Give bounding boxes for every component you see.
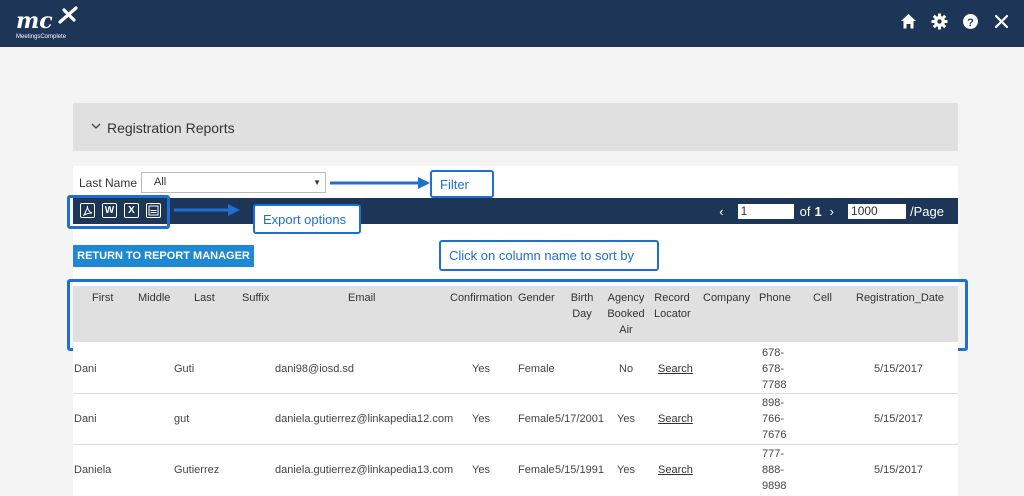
export-callout: Export options	[253, 204, 361, 234]
cell-phone: 678- 678- 7788	[762, 347, 787, 391]
sort-callout-text: Click on column name to sort by	[449, 248, 634, 263]
cell-birthday: 5/15/1991	[555, 464, 604, 476]
filter-arrow	[330, 177, 430, 189]
export-highlight	[67, 195, 170, 229]
column-header-highlight	[67, 279, 968, 351]
meetingscomplete-logo[interactable]: mc MeetingsComplete	[14, 4, 94, 44]
panel-title: Registration Reports	[107, 120, 235, 136]
cell-first: Dani	[74, 363, 97, 375]
of-label: of	[799, 203, 811, 219]
cell-gender: Female	[518, 464, 555, 476]
help-icon[interactable]: ?	[962, 13, 979, 30]
home-icon[interactable]	[900, 13, 917, 30]
registration-reports-panel[interactable]: Registration Reports	[73, 103, 958, 151]
svg-text:?: ?	[967, 17, 974, 29]
cell-confirmation: Yes	[472, 413, 490, 425]
page-input[interactable]	[737, 203, 794, 219]
filter-callout: Filter	[430, 170, 494, 198]
next-page-icon[interactable]: ›	[830, 204, 834, 219]
record-locator-search-link[interactable]: Search	[658, 361, 693, 377]
logo-text: mc	[16, 8, 53, 34]
filter-select-value: All	[154, 176, 167, 188]
cell-agency: Yes	[617, 413, 635, 425]
cell-last: Guti	[174, 363, 195, 375]
cell-email: daniela.gutierrez@linkapedia12.com	[275, 413, 454, 425]
plane-icon	[58, 6, 78, 24]
cell-gender: Female	[518, 363, 555, 375]
record-locator-search-link[interactable]: Search	[658, 462, 693, 478]
select-caret-icon: ▼	[313, 178, 321, 187]
export-arrow	[174, 204, 240, 216]
record-locator-search-link[interactable]: Search	[658, 411, 693, 427]
cell-phone: 898- 766- 7676	[762, 397, 787, 441]
sort-callout: Click on column name to sort by	[439, 240, 659, 271]
total-pages: 1	[814, 203, 822, 219]
prev-page-icon[interactable]: ‹	[719, 204, 723, 219]
close-icon[interactable]	[993, 13, 1010, 30]
table-row[interactable]: Dani Guti dani98@iosd.sd Yes Female No S…	[73, 343, 958, 394]
filter-callout-text: Filter	[440, 176, 469, 192]
cell-confirmation: Yes	[472, 363, 490, 375]
chevron-down-icon	[91, 123, 101, 129]
cell-email: daniela.gutierrez@linkapedia13.com	[275, 464, 454, 476]
cell-first: Dani	[74, 413, 97, 425]
pagination: ‹ of 1 › /Page	[719, 202, 944, 220]
cell-registration-date: 5/15/2017	[874, 464, 923, 476]
table-row[interactable]: Daniela Gutierrez daniela.gutierrez@link…	[73, 445, 958, 496]
cell-confirmation: Yes	[472, 464, 490, 476]
cell-birthday: 5/17/2001	[555, 413, 604, 425]
cell-last: gut	[174, 413, 190, 425]
cell-last: Gutierrez	[174, 464, 220, 476]
per-page-label: /Page	[910, 203, 944, 219]
filter-label: Last Name	[79, 176, 138, 190]
table-row[interactable]: Dani gut daniela.gutierrez@linkapedia12.…	[73, 394, 958, 445]
cell-email: dani98@iosd.sd	[275, 363, 355, 375]
cell-gender: Female	[518, 413, 555, 425]
export-callout-text: Export options	[263, 211, 347, 227]
cell-phone: 777- 888- 9898	[762, 448, 787, 492]
cell-registration-date: 5/15/2017	[874, 363, 923, 375]
top-bar: mc MeetingsComplete ?	[0, 0, 1024, 47]
logo-subtext: MeetingsComplete	[16, 34, 67, 40]
cell-registration-date: 5/15/2017	[874, 413, 923, 425]
gear-icon[interactable]	[931, 13, 948, 30]
last-name-filter-select[interactable]: All ▼	[141, 172, 326, 193]
cell-agency: No	[619, 363, 634, 375]
cell-agency: Yes	[617, 464, 635, 476]
return-to-report-manager-button[interactable]: RETURN TO REPORT MANAGER	[73, 245, 254, 267]
cell-first: Daniela	[74, 464, 112, 476]
per-page-input[interactable]	[848, 203, 907, 219]
